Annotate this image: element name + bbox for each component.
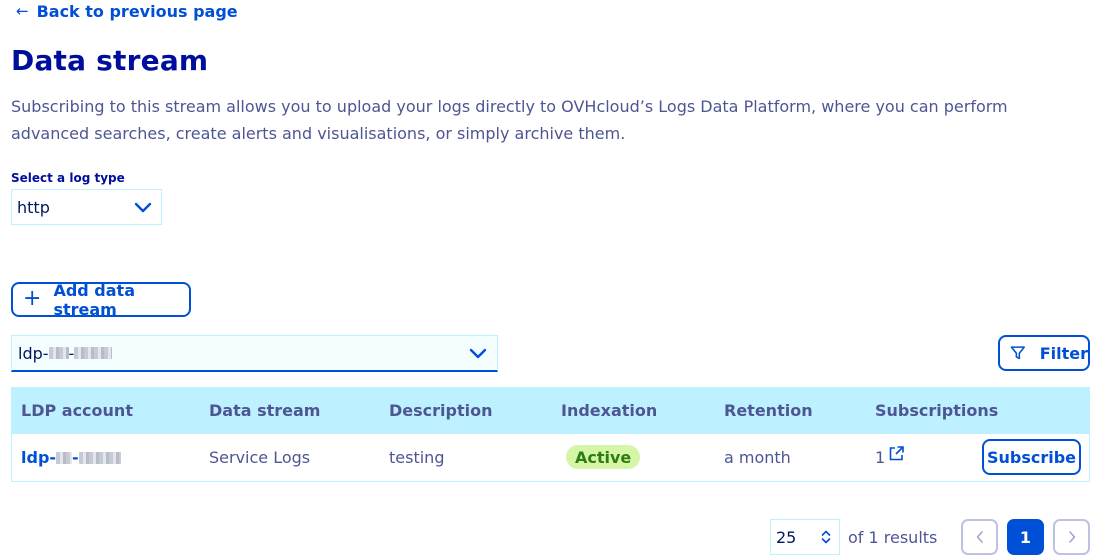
data-stream-cell: Service Logs <box>209 448 311 467</box>
filter-button[interactable]: Filter <box>998 335 1090 371</box>
external-link-icon[interactable] <box>888 445 905 462</box>
next-page-button[interactable] <box>1053 519 1090 555</box>
redacted-block <box>56 451 73 464</box>
chevron-right-icon <box>1068 531 1075 543</box>
add-data-stream-label: Add data stream <box>53 280 135 319</box>
page-1-button[interactable]: 1 <box>1007 519 1044 555</box>
data-stream-table: LDP account Data stream Description Inde… <box>11 387 1090 482</box>
chevron-left-icon <box>976 531 983 543</box>
ldp-account-prefix: ldp- <box>21 448 57 467</box>
column-header-ldp-account: LDP account <box>21 401 133 420</box>
column-header-indexation: Indexation <box>561 401 658 420</box>
table-header: LDP account Data stream Description Inde… <box>11 387 1090 434</box>
table-row: ldp- - Service Logs testing Active a mon… <box>11 434 1090 482</box>
column-header-data-stream: Data stream <box>209 401 321 420</box>
log-type-label: Select a log type <box>11 171 125 185</box>
chevron-down-icon <box>134 202 152 213</box>
log-type-select[interactable]: http <box>11 189 162 225</box>
column-header-subscriptions: Subscriptions <box>875 401 999 420</box>
subscriptions-count: 1 <box>875 448 886 467</box>
page-size-select[interactable]: 25 <box>770 519 840 555</box>
results-count: of 1 results <box>848 528 938 547</box>
filter-label: Filter <box>1039 343 1088 363</box>
ldp-account-link[interactable]: ldp- - <box>21 448 121 467</box>
funnel-icon <box>1010 346 1026 360</box>
description-cell: testing <box>389 448 445 467</box>
column-header-description: Description <box>389 401 493 420</box>
status-badge: Active <box>566 445 641 469</box>
ldp-account-select[interactable]: ldp- - <box>11 335 498 372</box>
log-type-value: http <box>17 197 50 217</box>
add-data-stream-button[interactable]: + Add data stream <box>11 280 191 319</box>
column-header-retention: Retention <box>724 401 813 420</box>
page-description: Subscribing to this stream allows you to… <box>11 97 1008 143</box>
back-link[interactable]: ← Back to previous page <box>16 0 238 22</box>
account-select-prefix: ldp- <box>18 343 49 363</box>
page-size-value: 25 <box>776 527 797 547</box>
previous-page-button[interactable] <box>961 519 998 555</box>
arrow-left-icon: ← <box>16 2 29 20</box>
updown-chevron-icon <box>821 530 831 544</box>
redacted-block <box>74 347 113 359</box>
subscriptions-cell: 1 <box>875 445 905 467</box>
redacted-block <box>78 451 121 464</box>
subscribe-button[interactable]: Subscribe <box>982 439 1081 475</box>
redacted-block <box>48 347 69 359</box>
page-title: Data stream <box>11 44 209 77</box>
chevron-down-icon <box>469 348 487 359</box>
back-link-label: Back to previous page <box>36 1 238 21</box>
retention-cell: a month <box>724 448 791 467</box>
plus-icon: + <box>23 285 42 311</box>
